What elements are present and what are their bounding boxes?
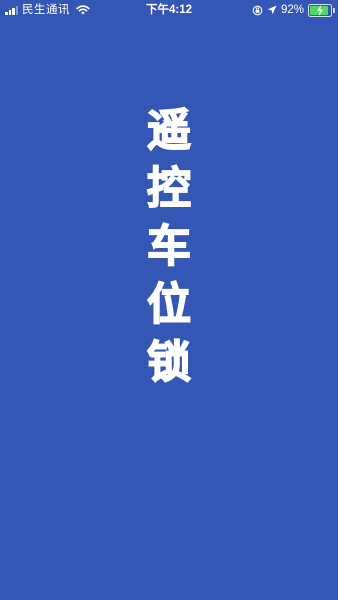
status-bar-right: 92% [252,3,335,17]
title-char-5: 锁 [146,336,192,389]
orientation-lock-icon [252,5,263,16]
battery-charging-icon [308,3,335,17]
title-char-1: 遥 [146,104,192,157]
app-title-vertical: 遥 控 车 位 锁 [139,102,199,392]
battery-cap [333,7,335,13]
splash-screen: 民生通讯 下午4:12 92% 遥 控 车 位 锁 [0,0,338,600]
title-char-4: 位 [146,278,192,331]
location-arrow-icon [267,5,277,15]
battery-percentage: 92% [280,4,304,16]
title-char-2: 控 [146,162,192,215]
title-char-3: 车 [146,220,192,273]
charging-bolt-icon [317,4,323,16]
status-bar: 民生通讯 下午4:12 92% [0,0,338,20]
